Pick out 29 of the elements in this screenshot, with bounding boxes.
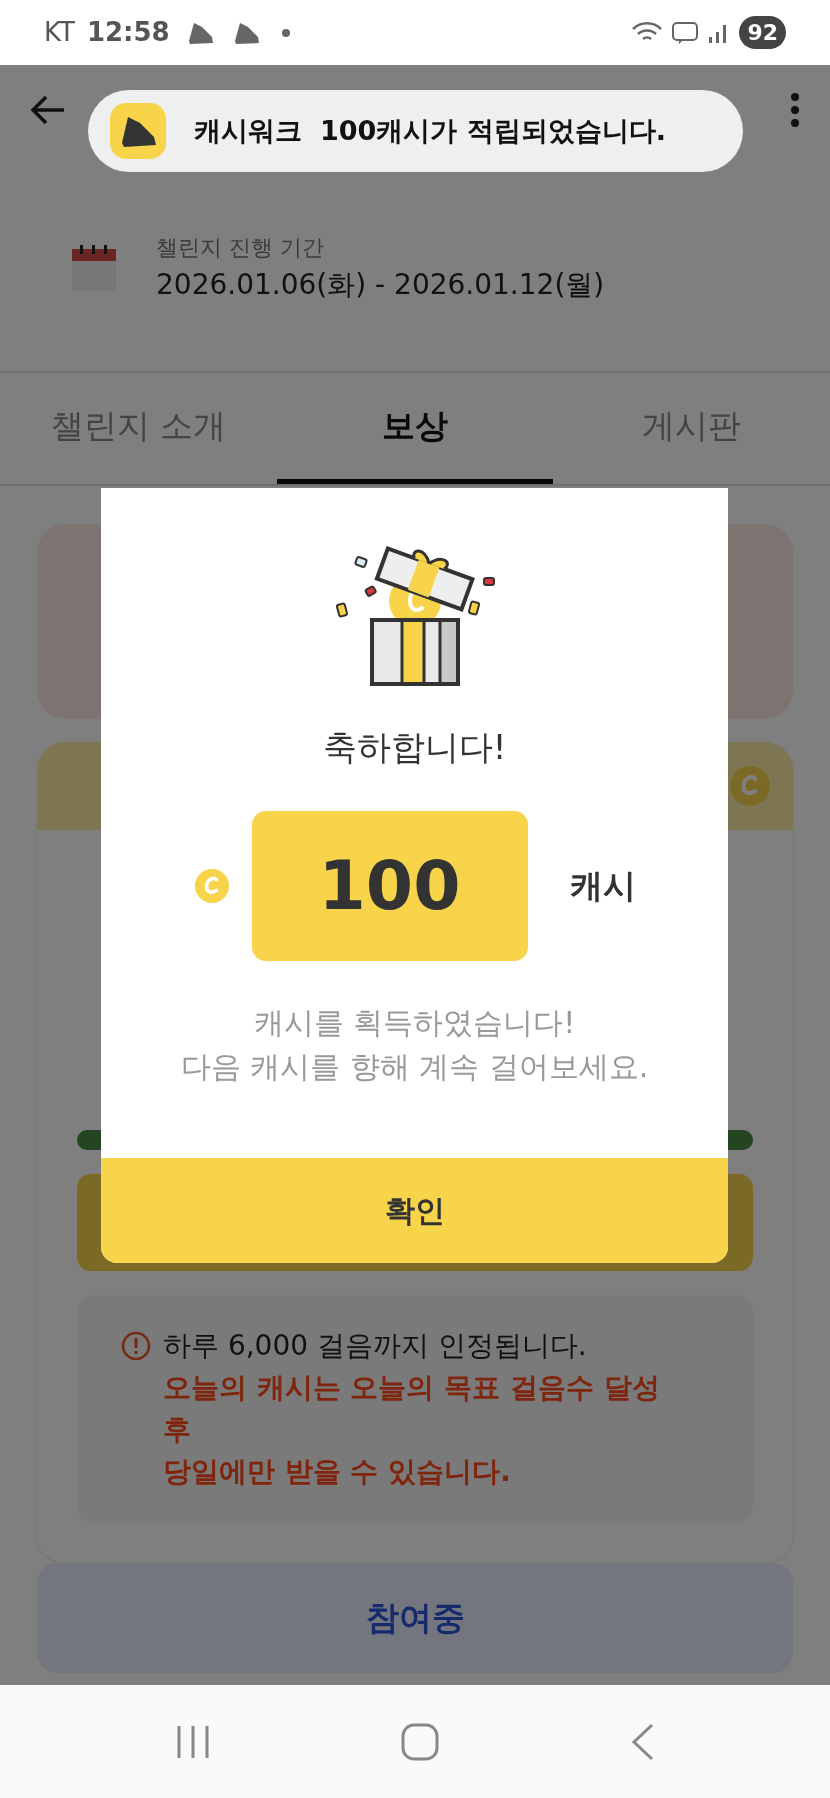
alert-icon [121, 1331, 151, 1361]
period-label: 챌린지 진행 기간 [156, 233, 325, 262]
recent-apps-icon[interactable] [175, 1723, 210, 1760]
calendar-icon [70, 243, 118, 293]
notice-text: 하루 6,000 걸음까지 인정됩니다. [163, 1328, 588, 1364]
dialog-message: 다음 캐시를 향해 계속 걸어보세요. [180, 1048, 649, 1086]
joined-button[interactable]: 참여중 [37, 1563, 793, 1673]
toast-app-name: 캐시워크 [194, 113, 302, 148]
dialog-title: 축하합니다! [322, 726, 507, 769]
amount-value: 100 [251, 811, 528, 961]
back-icon[interactable] [630, 1722, 655, 1761]
dialog-message: 캐시를 획득하였습니다! [253, 1004, 576, 1042]
home-icon[interactable] [401, 1722, 439, 1761]
amount-unit: 캐시 [569, 865, 636, 908]
back-arrow-icon[interactable] [30, 94, 66, 126]
tab[interactable]: 게시판 [553, 373, 830, 484]
toast-message: 100캐시가 적립되었습니다. [320, 113, 667, 148]
carrier-text: KT [44, 16, 75, 49]
confirm-button[interactable]: 확인 [101, 1158, 728, 1263]
warning-text: 후 [163, 1412, 192, 1448]
battery-indicator: 92 [739, 16, 786, 49]
warning-text: 오늘의 캐시는 오늘의 목표 걸음수 달성 [163, 1370, 660, 1406]
coin-icon [729, 765, 771, 807]
tab[interactable]: 챌린지 소개 [0, 373, 277, 484]
coin-icon [193, 868, 230, 904]
period-value: 2026.01.06(화) - 2026.01.12(월) [156, 266, 605, 303]
more-options-icon[interactable] [790, 92, 800, 128]
warning-text: 당일에만 받을 수 있습니다. [163, 1454, 512, 1490]
clock-text: 12:58 [86, 16, 170, 49]
